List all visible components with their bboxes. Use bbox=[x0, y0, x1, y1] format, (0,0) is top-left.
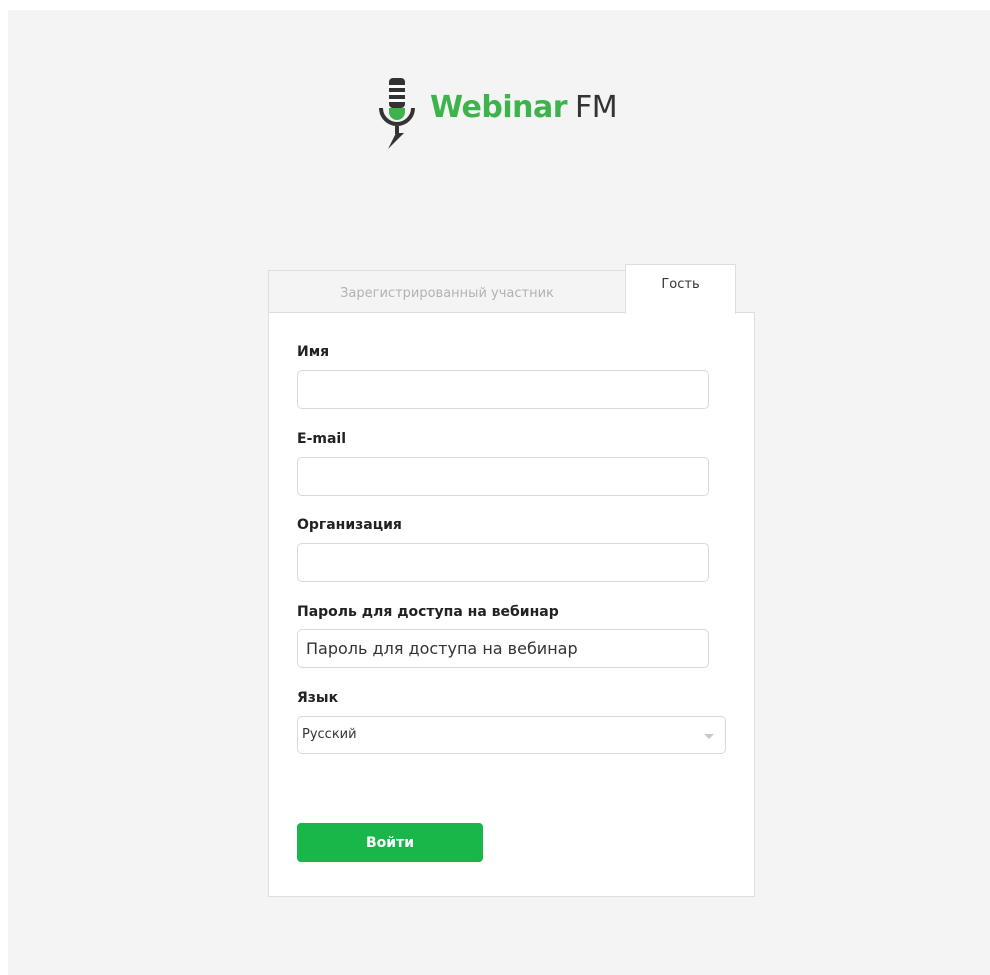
logo-brand-primary: Webinar bbox=[430, 90, 568, 125]
logo: Webinar FM bbox=[374, 78, 618, 158]
organization-label: Организация bbox=[297, 517, 402, 533]
email-label: E-mail bbox=[297, 431, 347, 447]
logo-text: Webinar FM bbox=[430, 90, 618, 126]
organization-input[interactable] bbox=[297, 543, 709, 582]
logo-brand-secondary: FM bbox=[575, 90, 618, 125]
language-select[interactable]: Русский bbox=[297, 716, 726, 754]
tab-guest[interactable]: Гость bbox=[625, 264, 736, 314]
language-label: Язык bbox=[297, 690, 339, 706]
email-input[interactable] bbox=[297, 457, 709, 496]
language-selected-value: Русский bbox=[302, 727, 357, 742]
password-input[interactable] bbox=[297, 629, 709, 668]
chevron-down-icon bbox=[704, 734, 714, 739]
microphone-icon bbox=[379, 78, 415, 149]
tab-registered-participant[interactable]: Зарегистрированный участник bbox=[268, 270, 626, 313]
active-tab-connector bbox=[626, 311, 735, 314]
name-input[interactable] bbox=[297, 370, 709, 409]
name-label: Имя bbox=[297, 344, 330, 360]
password-label: Пароль для доступа на вебинар bbox=[297, 604, 559, 620]
login-button[interactable]: Войти bbox=[297, 823, 483, 862]
